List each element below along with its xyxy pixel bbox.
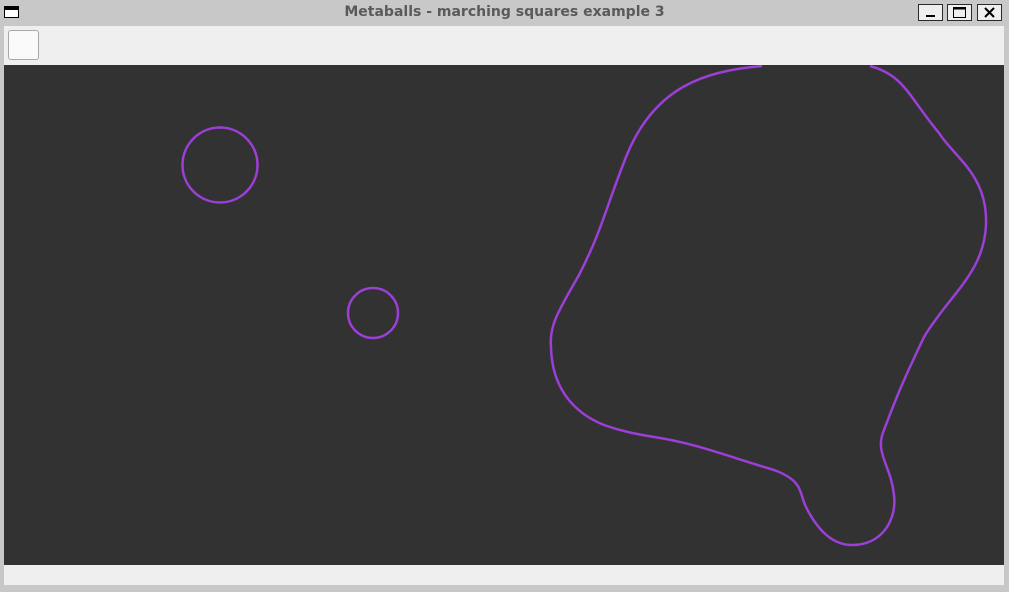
metaball-contour-large-blob bbox=[549, 65, 988, 547]
status-bar bbox=[4, 565, 1004, 585]
toolbar bbox=[4, 26, 1004, 65]
contour-drawing bbox=[181, 65, 988, 547]
metaballs-canvas[interactable] bbox=[4, 65, 1004, 565]
maximize-button[interactable] bbox=[947, 4, 972, 21]
minimize-icon bbox=[926, 15, 935, 17]
window-title: Metaballs - marching squares example 3 bbox=[344, 4, 665, 20]
minimize-button[interactable] bbox=[918, 4, 943, 21]
toolbar-button[interactable] bbox=[8, 30, 39, 60]
title-bar[interactable]: Metaballs - marching squares example 3 bbox=[0, 0, 1009, 25]
metaball-contour-small-left bbox=[181, 126, 259, 204]
close-button[interactable] bbox=[977, 4, 1002, 21]
metaball-contour-tiny-center bbox=[346, 286, 400, 340]
maximize-icon bbox=[953, 7, 966, 18]
app-window: Metaballs - marching squares example 3 bbox=[0, 0, 1009, 592]
close-icon bbox=[984, 7, 995, 18]
